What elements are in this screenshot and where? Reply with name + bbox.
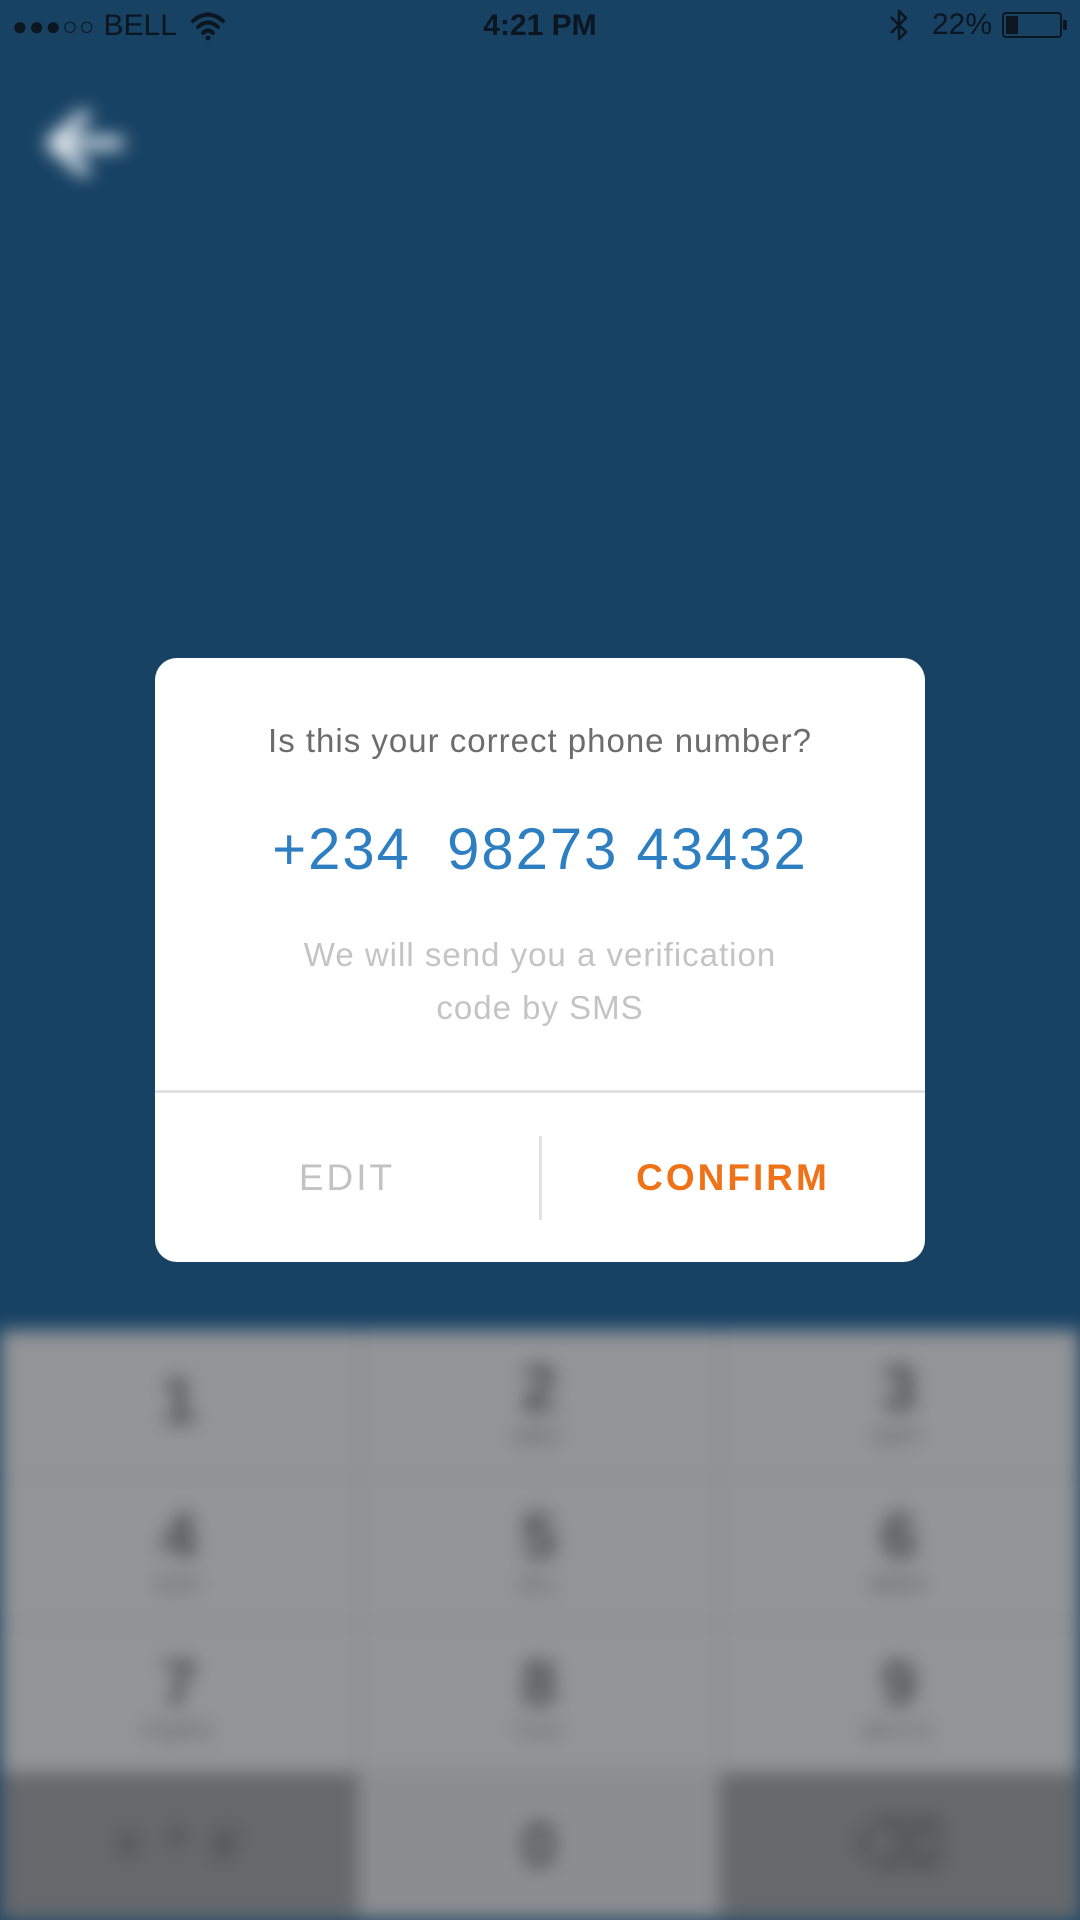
- key-letters: MNO: [871, 1573, 927, 1596]
- keypad-key-delete[interactable]: ⌫: [720, 1772, 1080, 1920]
- keypad-key-3[interactable]: 3 DEF: [720, 1330, 1080, 1478]
- keypad-key-6[interactable]: 6 MNO: [720, 1477, 1080, 1625]
- dialog-question: Is this your correct phone number?: [268, 722, 812, 759]
- key-letters: JKL: [517, 1573, 561, 1596]
- keypad-key-4[interactable]: 4 GHI: [0, 1477, 360, 1625]
- key-digit: 4: [161, 1499, 197, 1572]
- keypad-key-5[interactable]: 5 JKL: [360, 1477, 720, 1625]
- keypad-key-9[interactable]: 9 WXYZ: [720, 1625, 1080, 1773]
- status-right: 22%: [888, 8, 1067, 42]
- key-letters: PQRS: [144, 1721, 214, 1744]
- key-letters: DEF: [874, 1426, 924, 1449]
- battery-percentage: 22%: [931, 8, 992, 41]
- key-digit: 1: [161, 1363, 197, 1436]
- battery-icon: [1002, 12, 1067, 38]
- key-digit: 6: [881, 1499, 917, 1572]
- key-digit: 7: [161, 1647, 197, 1720]
- battery-level: [1006, 16, 1019, 34]
- keypad-key-0[interactable]: 0: [360, 1772, 720, 1920]
- key-letters: TUV: [514, 1721, 564, 1744]
- key-digit: + * #: [113, 1818, 245, 1872]
- key-letters: WXYZ: [864, 1721, 934, 1744]
- bluetooth-icon: [890, 9, 908, 41]
- keypad-key-7[interactable]: 7 PQRS: [0, 1625, 360, 1773]
- edit-button[interactable]: EDIT: [155, 1093, 539, 1262]
- keypad-key-1[interactable]: 1: [0, 1330, 360, 1478]
- key-digit: 5: [521, 1499, 557, 1572]
- key-letters: GHI: [156, 1573, 202, 1596]
- phone-number: +234 98273 43432: [272, 817, 808, 882]
- phone-confirm-dialog: Is this your correct phone number? +234 …: [155, 658, 925, 1262]
- back-arrow-icon[interactable]: [44, 108, 124, 178]
- key-digit: 2: [521, 1352, 557, 1425]
- backspace-icon: ⌫: [853, 1809, 945, 1882]
- confirm-button[interactable]: CONFIRM: [541, 1093, 925, 1262]
- keypad-key-symbols[interactable]: + * #: [0, 1772, 360, 1920]
- keypad-key-2[interactable]: 2 ABC: [360, 1330, 720, 1478]
- keypad-key-8[interactable]: 8 TUV: [360, 1625, 720, 1773]
- key-letters: ABC: [513, 1426, 565, 1449]
- key-digit: 8: [521, 1647, 557, 1720]
- key-digit: 9: [881, 1647, 917, 1720]
- verification-info: We will send you a verification code by …: [303, 936, 777, 1026]
- key-digit: 3: [881, 1352, 917, 1425]
- key-digit: 0: [521, 1809, 557, 1882]
- numeric-keypad: 1 2 ABC 3 DEF 4 GHI 5 JKL 6 MNO 7 PQRS 8 TUV 9W…: [0, 1330, 1080, 1920]
- status-bar: ●●●○○ BELL 4:21 PM 22%: [0, 0, 1080, 52]
